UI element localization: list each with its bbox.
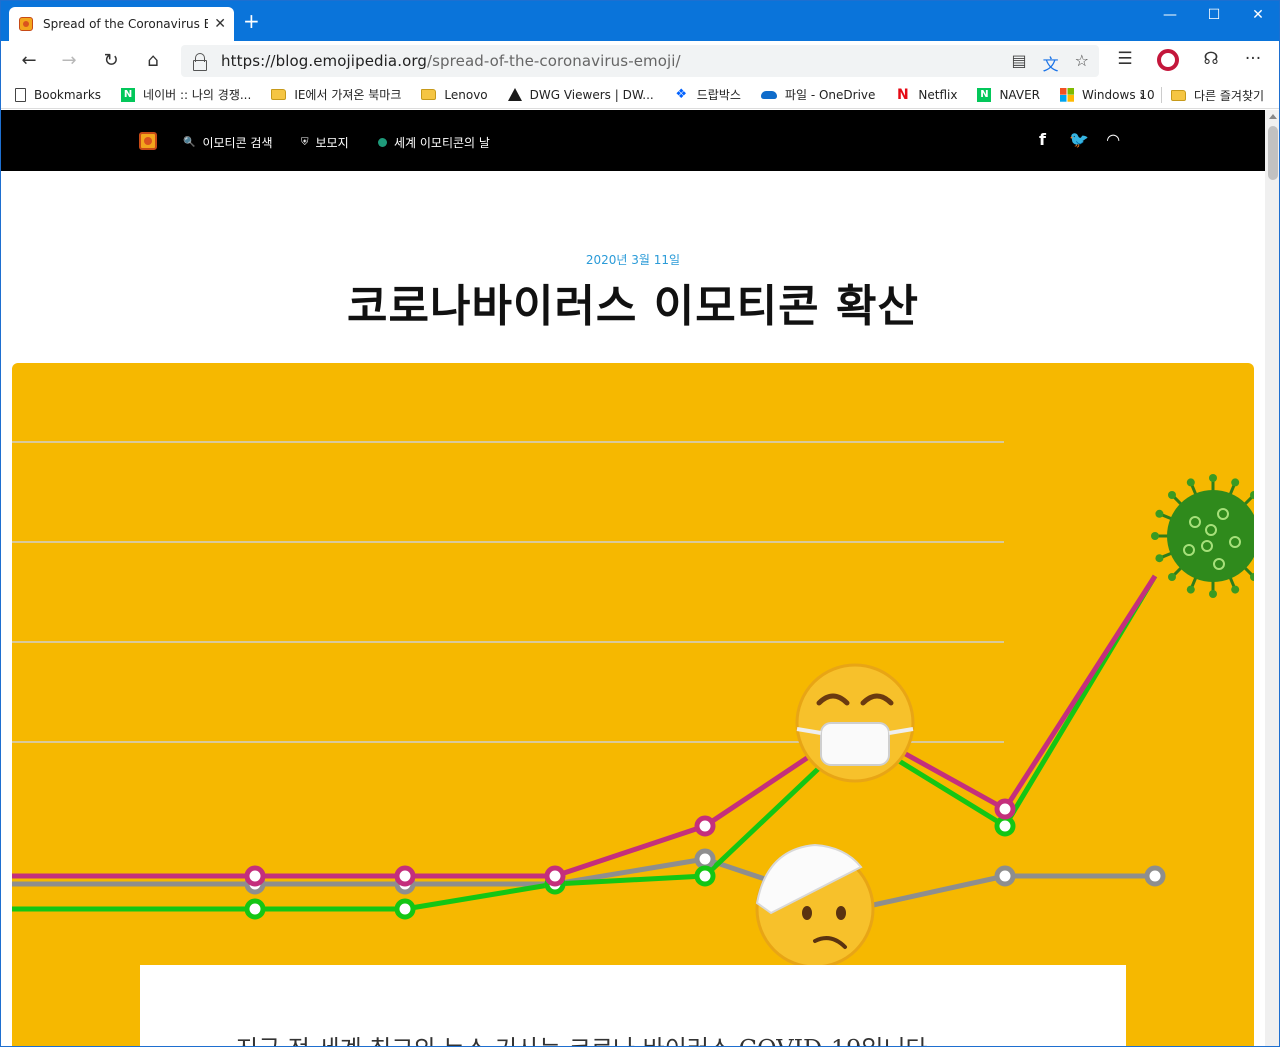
bookmark-item[interactable]: N NAVER [977,87,1040,102]
bookmarks-bar: Bookmarks N 네이버 :: 나의 경쟁... IE에서 가져온 북마크 … [1,81,1279,109]
dwg-icon [507,88,522,101]
favorites-list-icon[interactable]: ☰ [1113,49,1137,69]
other-bookmarks[interactable]: 다른 즐겨찾기 [1171,81,1264,109]
lock-icon[interactable] [193,53,207,71]
folder-icon [421,89,437,100]
vertical-scrollbar[interactable] [1265,110,1279,1046]
close-window-icon[interactable]: ✕ [1243,7,1273,23]
page-title: 코로나바이러스 이모티콘 확산 [347,281,919,332]
refresh-icon[interactable]: ↻ [99,49,123,73]
divider [1161,87,1162,103]
read-aloud-icon[interactable]: ▤ [1012,51,1027,75]
article-intro-card: 지금 전 세계 최고의 뉴스 기사는 코로나 바이러스 COVID-19입니다 [140,965,1126,1046]
scroll-up-icon[interactable] [1269,114,1277,119]
page-icon [15,87,26,102]
bookmark-item[interactable]: Bookmarks [15,87,101,102]
dropbox-icon: ❖ [675,86,688,102]
hero-line-chart [12,441,1254,969]
data-point [694,848,716,870]
forward-icon[interactable]: → [57,49,81,73]
scroll-thumb[interactable] [1268,126,1278,180]
favorite-star-icon[interactable]: ☆ [1075,51,1089,75]
folder-icon [271,89,287,100]
bookmark-item[interactable]: IE에서 가져온 북마크 [271,86,401,103]
bookmark-item[interactable]: ❖ 드랍박스 [674,86,741,103]
emojipedia-logo-icon[interactable] [139,132,157,150]
back-icon[interactable]: ← [17,49,41,73]
data-point [994,815,1016,837]
data-point [544,865,566,887]
nav-link-emoji-search[interactable]: 🔍 이모티콘 검색 [183,134,273,151]
nav-link-bomoji[interactable]: ⛨ 보모지 [301,134,349,151]
bookmark-item[interactable]: Lenovo [421,88,488,102]
more-menu-icon[interactable]: ··· [1241,49,1265,69]
home-icon[interactable]: ⌂ [141,49,165,73]
onedrive-icon [760,90,777,99]
feedback-icon[interactable]: ☊ [1199,49,1223,69]
windows-icon [1060,87,1074,102]
shield-icon: ⛨ [301,137,309,148]
bookmark-item[interactable]: N Netflix [895,88,957,102]
data-point [394,898,416,920]
data-point [1144,865,1166,887]
minimize-icon[interactable]: — [1155,7,1185,23]
profile-avatar-icon[interactable] [1157,49,1179,71]
data-point [694,865,716,887]
hero-illustration: 지금 전 세계 최고의 뉴스 기사는 코로나 바이러스 COVID-19입니다 [12,363,1254,1046]
url-text[interactable]: https://blog.emojipedia.org/spread-of-th… [221,52,681,70]
data-point [994,865,1016,887]
close-tab-icon[interactable]: ✕ [214,16,226,32]
address-bar[interactable]: https://blog.emojipedia.org/spread-of-th… [181,45,1099,77]
bookmark-item[interactable]: N 네이버 :: 나의 경쟁... [121,86,251,103]
naver-icon: N [977,87,992,102]
folder-icon [1171,89,1186,101]
bookmark-item[interactable]: 파일 - OneDrive [760,86,875,103]
coronavirus-icon [1151,474,1254,598]
netflix-icon: N [897,86,909,103]
twitter-icon[interactable]: 🐦 [1069,130,1089,149]
data-point [244,865,266,887]
new-tab-icon[interactable]: + [243,11,260,31]
maximize-icon[interactable]: ☐ [1199,7,1229,23]
search-icon: 🔍 [183,137,196,148]
rss-icon[interactable]: ◠ [1107,130,1119,149]
article-intro-text: 지금 전 세계 최고의 뉴스 기사는 코로나 바이러스 COVID-19입니다 [236,1029,928,1046]
title-bar: Spread of the Coronavirus Emoji ✕ + — ☐ … [1,1,1279,41]
translate-icon[interactable]: 文 [1043,51,1059,75]
face-with-head-bandage-icon [755,843,875,969]
browser-toolbar: ← → ↻ ⌂ https://blog.emojipedia.org/spre… [1,41,1279,81]
data-point [694,815,716,837]
bookmark-item[interactable]: DWG Viewers | DW... [507,88,654,102]
browser-window: Spread of the Coronavirus Emoji ✕ + — ☐ … [0,0,1280,1047]
data-point [394,865,416,887]
data-point [244,898,266,920]
browser-tab[interactable]: Spread of the Coronavirus Emoji ✕ [9,7,234,41]
site-nav: 🔍 이모티콘 검색 ⛨ 보모지 세계 이모티콘의 날 f 🐦 ◠ [1,110,1265,171]
naver-icon: N [121,87,136,102]
globe-icon [378,138,387,147]
tab-title: Spread of the Coronavirus Emoji [43,17,208,31]
facebook-icon[interactable]: f [1039,130,1046,149]
chevron-right-icon[interactable]: › [1139,81,1145,109]
series-line [12,574,1158,879]
post-date[interactable]: 2020년 3월 11일 [1,251,1265,268]
nav-link-world-emoji-day[interactable]: 세계 이모티콘의 날 [378,134,490,151]
face-with-medical-mask-icon [795,663,915,783]
data-point [994,798,1016,820]
emojipedia-favicon-icon [19,17,33,31]
page-content: 🔍 이모티콘 검색 ⛨ 보모지 세계 이모티콘의 날 f 🐦 ◠ 2020년 3월 … [1,110,1265,1046]
